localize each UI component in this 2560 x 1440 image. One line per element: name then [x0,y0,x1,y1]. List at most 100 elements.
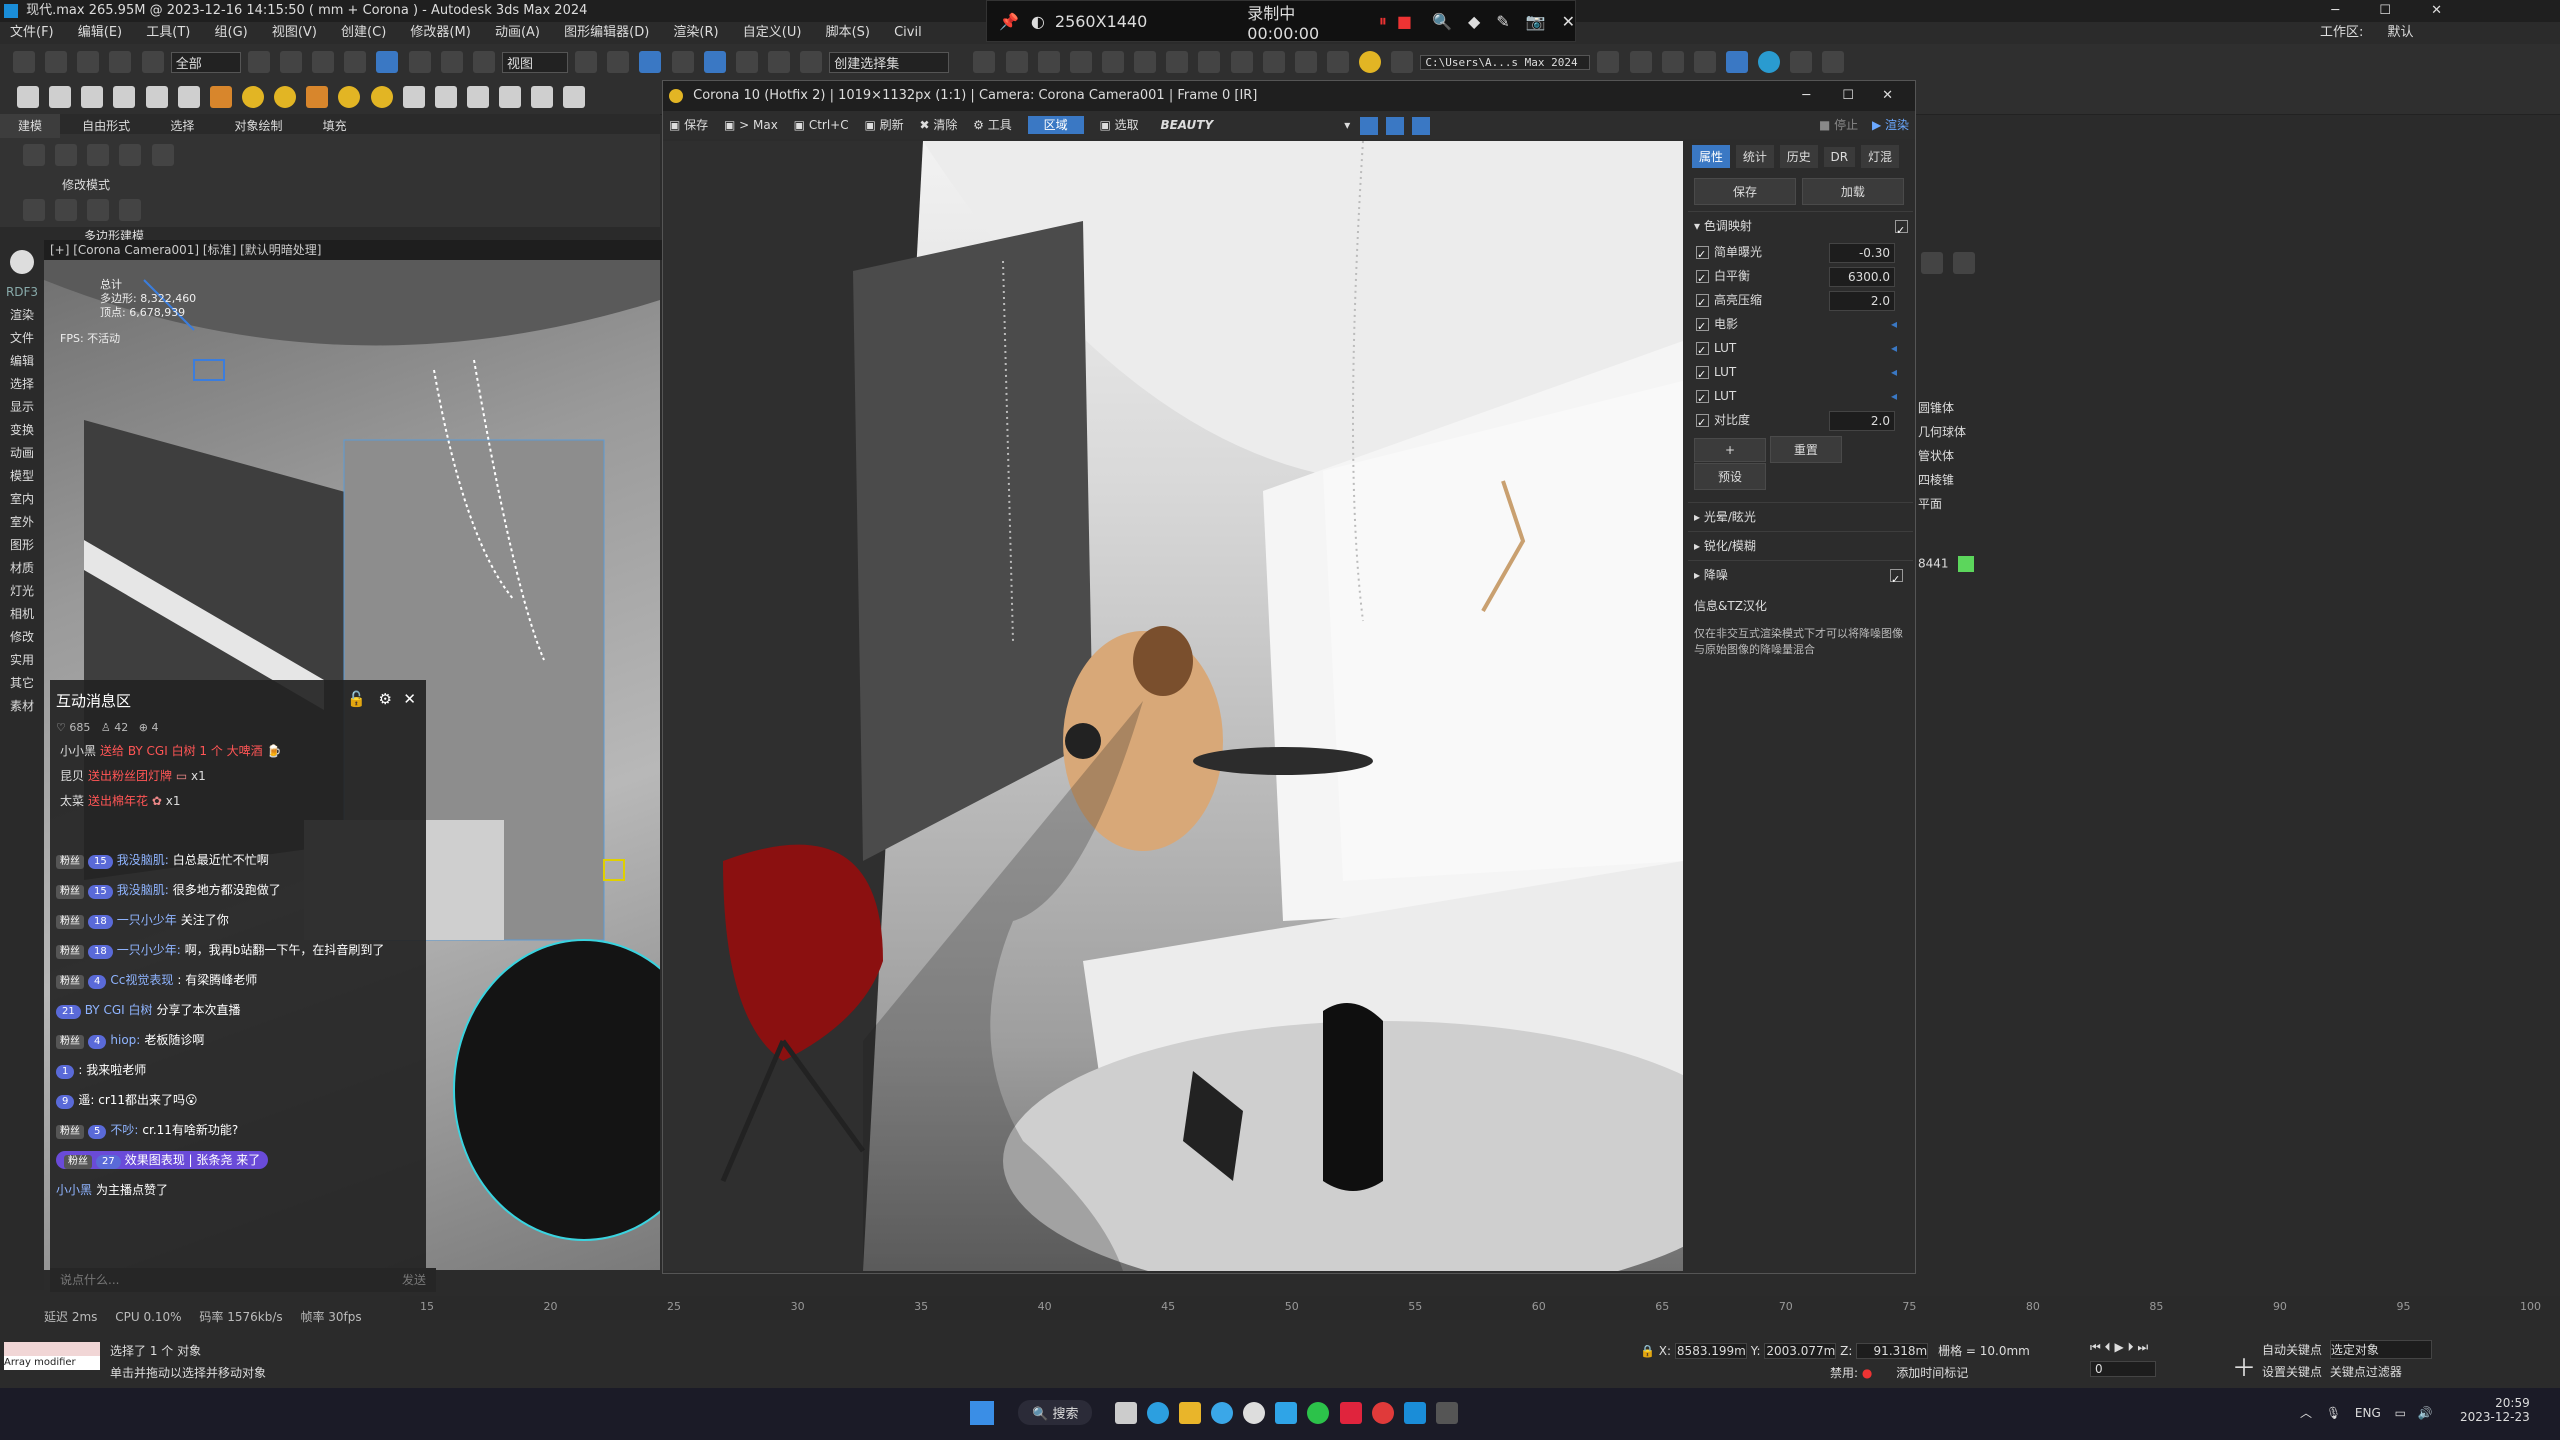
strip-exterior[interactable]: 室外 [0,514,44,530]
menu-group[interactable]: 组(G) [215,25,248,40]
strip-edit[interactable]: 编辑 [0,353,44,369]
vfb-minimize-icon[interactable]: ─ [1802,88,1810,103]
checkbox[interactable] [1696,243,1709,267]
contrast-field[interactable]: 2.0 [1829,411,1895,431]
vfb-to-max-button[interactable]: ▣ > Max [724,118,778,132]
primitive-plane[interactable]: 平面 [1910,492,2560,516]
render-cloud-icon[interactable] [1326,51,1349,73]
layer-explorer-icon[interactable] [1069,51,1092,73]
menu-scripting[interactable]: 脚本(S) [826,25,870,40]
checkbox[interactable] [1696,291,1709,315]
render-icon[interactable] [49,86,72,108]
primitive-pyramid[interactable]: 四棱锥 [1910,468,2560,492]
vfb-render-button[interactable]: ▶ 渲染 [1872,118,1909,132]
checkbox[interactable] [1696,267,1709,291]
panel-load-button[interactable]: 加载 [1801,178,1904,205]
project-path[interactable]: C:\Users\A...s Max 2024 [1420,54,1591,70]
lamp-icon[interactable] [209,86,232,108]
edge-icon[interactable] [1146,1401,1169,1424]
modify-vertex-icon[interactable] [23,144,45,166]
clock-date[interactable]: 2023-12-23 [2460,1410,2530,1424]
strip-model[interactable]: 模型 [0,468,44,484]
timeline[interactable]: 15 20 25 30 35 40 45 50 55 60 65 70 75 80 85 90 95 100 [400,1296,2560,1320]
menu-edit[interactable]: 编辑(E) [78,25,122,40]
object-tool-icon[interactable] [145,86,168,108]
menu-rendering[interactable]: 渲染(R) [673,25,718,40]
3dsmax-taskbar-icon[interactable] [1403,1401,1426,1424]
pause-icon[interactable]: ⏸ [1379,11,1387,31]
clock-time[interactable]: 20:59 [2460,1396,2530,1410]
white-balance-field[interactable]: 6300.0 [1829,267,1895,287]
strip-select[interactable]: 选择 [0,376,44,392]
menu-customize[interactable]: 自定义(U) [743,25,802,40]
object-color-swatch[interactable] [1958,556,1975,572]
menu-civil[interactable]: Civil [894,25,922,40]
select-by-name-icon[interactable] [279,51,302,73]
vfb-close-icon[interactable]: ✕ [1882,88,1893,103]
angle-snap-icon[interactable] [703,51,726,73]
strip-render[interactable]: 渲染 [0,307,44,323]
render-setup-icon[interactable] [1198,51,1221,73]
scale-icon[interactable] [440,51,463,73]
strip-shapes[interactable]: 图形 [0,537,44,553]
unlock-icon[interactable]: 🔓 [347,690,366,708]
vfb-region-button[interactable]: 区域 [1027,116,1084,134]
align-icon[interactable] [1005,51,1028,73]
pivot-icon[interactable] [575,51,598,73]
row-lut[interactable]: LUT◂ [1688,360,1913,387]
workspace-icon[interactable] [1726,51,1749,73]
strip-assets[interactable]: 素材 [0,698,44,714]
select-manipulate-icon[interactable] [607,51,630,73]
tab-lightmix[interactable]: 灯混 [1860,145,1899,168]
lock-icon[interactable]: 🔒 [1640,1344,1655,1358]
spinner-snap-icon[interactable] [767,51,790,73]
menu-modifiers[interactable]: 修改器(M) [410,25,470,40]
project-folder-2-icon[interactable] [1629,51,1652,73]
netease-icon[interactable] [1339,1401,1362,1424]
vfb-pick-button[interactable]: ▣ 选取 [1099,118,1138,132]
percent-snap-icon[interactable] [735,51,758,73]
section-tonemapping[interactable]: ▾ 色调映射 [1688,211,1913,245]
checkbox[interactable] [1696,363,1709,387]
edit-named-selection-icon[interactable] [800,51,823,73]
window-crossing-icon[interactable] [344,51,367,73]
project-folder-4-icon[interactable] [1693,51,1716,73]
vfb-zoom-out-icon[interactable] [1385,116,1404,135]
material-editor-icon[interactable] [1166,51,1189,73]
exposure-field[interactable]: -0.30 [1829,243,1895,263]
checkbox[interactable] [1696,339,1709,363]
panel-save-button[interactable]: 保存 [1694,178,1796,205]
vfb-channel-select[interactable]: BEAUTY [1160,111,1340,139]
tray-up-icon[interactable]: ︿ [2300,1406,2312,1420]
strip-camera[interactable]: 相机 [0,606,44,622]
key-filters-button[interactable]: 关键点过滤器 [2330,1365,2402,1379]
ribbon-tool-4-icon[interactable] [119,199,142,221]
strip-modify[interactable]: 修改 [0,629,44,645]
redo-icon[interactable] [45,51,68,73]
vfb-channel-dropdown-icon[interactable]: ▾ [1344,118,1350,132]
fur-icon[interactable] [531,86,554,108]
tab-history[interactable]: 历史 [1779,145,1818,168]
preset-button[interactable]: 预设 [1694,463,1766,490]
row-lut[interactable]: LUT◂ [1688,384,1913,411]
project-folder-icon[interactable] [1597,51,1620,73]
primitive-geosphere[interactable]: 几何球体 [1910,420,2560,444]
strip-utilities[interactable]: 实用 [0,652,44,668]
menu-tools[interactable]: 工具(T) [146,25,190,40]
minimize-icon[interactable]: ─ [2331,3,2339,18]
lang-indicator[interactable]: ENG [2355,1406,2381,1420]
vfb-zoom-in-icon[interactable] [1360,116,1379,135]
curve-editor-icon[interactable] [1101,51,1124,73]
bind-space-warp-icon[interactable] [141,51,164,73]
pin-icon[interactable]: 📌 [999,12,1019,31]
maximize-icon[interactable]: ☐ [2379,3,2391,18]
selection-filter[interactable]: 全部 [170,51,241,73]
mirror-icon[interactable] [973,51,996,73]
vfb-refresh-button[interactable]: ▣ 刷新 [864,118,903,132]
vfb-copy-button[interactable]: ▣ Ctrl+C [794,118,849,132]
rotate-icon[interactable] [408,51,431,73]
section-bloom[interactable]: ▸ 光晕/眩光 [1688,502,1913,531]
modify-element-icon[interactable] [151,144,174,166]
strip-display[interactable]: 显示 [0,399,44,415]
keyboard-shortcut-icon[interactable] [639,51,662,73]
